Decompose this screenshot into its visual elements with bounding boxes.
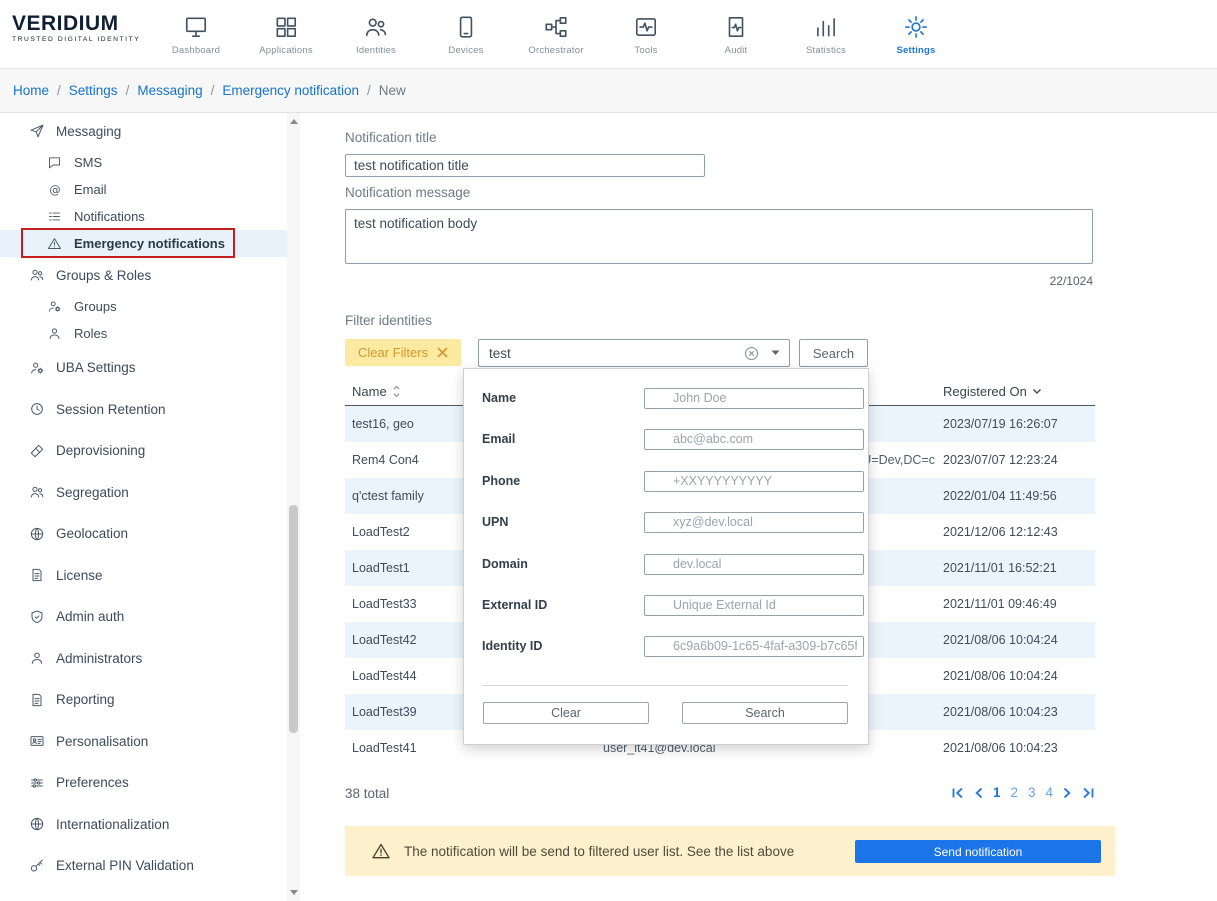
clear-search-icon[interactable] bbox=[744, 346, 759, 361]
sort-desc-chevron-icon bbox=[1032, 388, 1042, 395]
popup-upn-input[interactable] bbox=[644, 511, 864, 533]
popup-identity-id-input[interactable] bbox=[644, 635, 864, 657]
topnav-label: Dashboard bbox=[171, 45, 221, 56]
dashboard-icon bbox=[183, 12, 209, 42]
topnav-label: Devices bbox=[448, 45, 484, 56]
registered-date: 2021/08/06 10:04:24 bbox=[943, 669, 1058, 683]
page-number-2[interactable]: 2 bbox=[1010, 785, 1018, 800]
topnav-label: Tools bbox=[634, 45, 658, 56]
notification-message-textarea[interactable]: test notification body bbox=[345, 209, 1093, 264]
page-number-3[interactable]: 3 bbox=[1028, 785, 1036, 800]
popup-email-label: Email bbox=[482, 432, 516, 446]
popup-phone-input[interactable] bbox=[644, 470, 864, 492]
warning-banner: The notification will be send to filtere… bbox=[345, 826, 1115, 876]
registered-date: 2023/07/19 16:26:07 bbox=[943, 417, 1058, 431]
popup-name-input[interactable] bbox=[644, 387, 864, 409]
popup-divider bbox=[482, 685, 848, 686]
topnav-item-devices[interactable]: Devices bbox=[421, 4, 511, 56]
notification-message-label: Notification message bbox=[345, 185, 471, 200]
send-notification-button[interactable]: Send notification bbox=[855, 840, 1101, 863]
banner-message: The notification will be send to filtere… bbox=[404, 843, 795, 859]
registered-date: 2021/11/01 16:52:21 bbox=[943, 561, 1057, 575]
registered-date: 2021/08/06 10:04:23 bbox=[943, 705, 1058, 719]
clear-filters-label: Clear Filters bbox=[358, 345, 429, 360]
veridium-logo[interactable]: VERIDIUM TRUSTED DIGITAL IDENTITY bbox=[12, 12, 141, 44]
page-number-1[interactable]: 1 bbox=[993, 785, 1001, 800]
topnav-item-orchestrator[interactable]: Orchestrator bbox=[511, 4, 601, 56]
identity-search-input[interactable] bbox=[479, 340, 744, 366]
previous-page-icon[interactable] bbox=[974, 787, 983, 799]
registered-date: 2021/12/06 12:12:43 bbox=[943, 525, 1058, 539]
popup-name-label: Name bbox=[482, 391, 517, 405]
page-number-4[interactable]: 4 bbox=[1045, 785, 1053, 800]
top-navigation: Dashboard Applications Identities Device… bbox=[151, 4, 961, 56]
popup-upn-label: UPN bbox=[482, 515, 509, 529]
settings-gear-icon bbox=[903, 12, 929, 42]
last-page-icon[interactable] bbox=[1082, 787, 1095, 799]
logo-name: VERIDIUM bbox=[12, 12, 119, 35]
popup-domain-label: Domain bbox=[482, 557, 528, 571]
popup-phone-label: Phone bbox=[482, 474, 521, 488]
registered-date: 2021/08/06 10:04:24 bbox=[943, 633, 1058, 647]
topnav-label: Applications bbox=[259, 45, 313, 56]
first-page-icon[interactable] bbox=[951, 787, 964, 799]
name-header-label: Name bbox=[352, 384, 387, 399]
topnav-item-dashboard[interactable]: Dashboard bbox=[151, 4, 241, 56]
pagination: 1 2 3 4 bbox=[860, 785, 1095, 800]
popup-domain-input[interactable] bbox=[644, 553, 864, 575]
main-content: Notification title Notification message … bbox=[0, 0, 1217, 901]
identities-icon bbox=[363, 12, 389, 42]
registered-date: 2021/08/06 10:04:23 bbox=[943, 741, 1058, 755]
registered-date: 2022/01/04 11:49:56 bbox=[943, 489, 1057, 503]
topnav-label: Orchestrator bbox=[528, 45, 584, 56]
topnav-item-identities[interactable]: Identities bbox=[331, 4, 421, 56]
orchestrator-icon bbox=[543, 12, 569, 42]
popup-clear-button[interactable]: Clear bbox=[483, 702, 649, 724]
next-page-icon[interactable] bbox=[1063, 787, 1072, 799]
sort-icon bbox=[392, 385, 401, 398]
topnav-label: Identities bbox=[355, 45, 397, 56]
logo-tagline: TRUSTED DIGITAL IDENTITY bbox=[12, 36, 141, 43]
popup-external-id-input[interactable] bbox=[644, 594, 864, 616]
devices-icon bbox=[453, 12, 479, 42]
topnav-label: Audit bbox=[724, 45, 748, 56]
notification-title-input[interactable] bbox=[345, 154, 705, 177]
audit-icon bbox=[723, 12, 749, 42]
filter-identities-label: Filter identities bbox=[345, 313, 433, 328]
search-button[interactable]: Search bbox=[799, 339, 868, 367]
banner-warning-icon bbox=[371, 841, 391, 861]
total-count: 38 total bbox=[345, 786, 390, 801]
popup-email-input[interactable] bbox=[644, 428, 864, 450]
registered-on-column-header[interactable]: Registered On bbox=[943, 384, 1095, 399]
topnav-item-settings[interactable]: Settings bbox=[871, 4, 961, 56]
topnav-label: Settings bbox=[896, 45, 936, 56]
tools-icon bbox=[633, 12, 659, 42]
character-counter: 22/1024 bbox=[1049, 274, 1093, 288]
popup-search-button[interactable]: Search bbox=[682, 702, 848, 724]
popup-external-id-label: External ID bbox=[482, 598, 548, 612]
topnav-item-audit[interactable]: Audit bbox=[691, 4, 781, 56]
topnav-item-statistics[interactable]: Statistics bbox=[781, 4, 871, 56]
popup-identity-id-label: Identity ID bbox=[482, 639, 543, 653]
topnav-item-applications[interactable]: Applications bbox=[241, 4, 331, 56]
topnav-item-tools[interactable]: Tools bbox=[601, 4, 691, 56]
top-bar: VERIDIUM TRUSTED DIGITAL IDENTITY Dashbo… bbox=[0, 0, 1217, 68]
registered-date: 2021/11/01 09:46:49 bbox=[943, 597, 1057, 611]
registered-on-header-label: Registered On bbox=[943, 384, 1027, 399]
notification-title-label: Notification title bbox=[345, 130, 437, 145]
identity-filter-popup: Name Email Phone UPN Domain External ID … bbox=[463, 368, 869, 745]
applications-icon bbox=[273, 12, 299, 42]
clear-filters-chip[interactable]: Clear Filters bbox=[345, 339, 462, 366]
statistics-icon bbox=[813, 12, 839, 42]
chip-close-icon[interactable] bbox=[437, 347, 448, 358]
identity-search-combobox[interactable] bbox=[478, 339, 790, 367]
dropdown-caret-icon[interactable] bbox=[771, 350, 780, 356]
registered-date: 2023/07/07 12:23:24 bbox=[943, 453, 1058, 467]
topnav-label: Statistics bbox=[805, 45, 846, 56]
